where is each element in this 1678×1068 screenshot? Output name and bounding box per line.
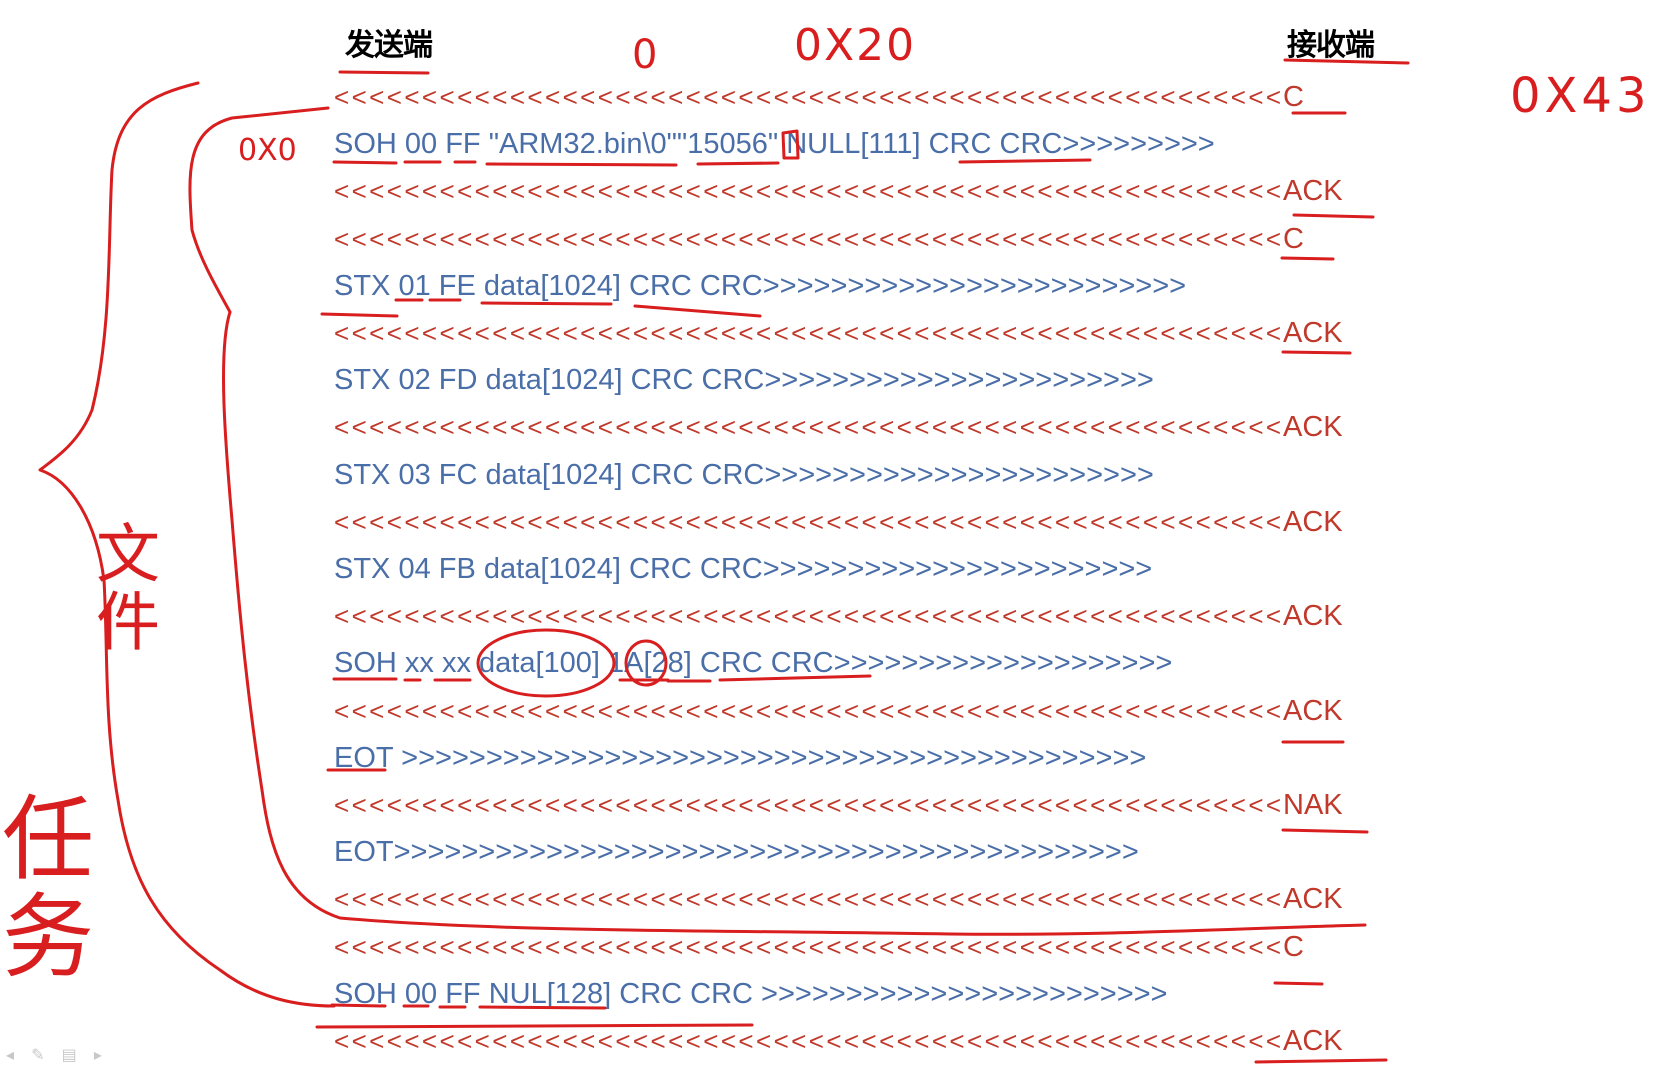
receiver-header-underline xyxy=(1283,58,1410,65)
left-hex-annotation: 0X0 xyxy=(238,133,297,168)
right-hex-annotation: 0X43 xyxy=(1510,68,1651,124)
top-zero-annotation: 0 xyxy=(632,32,657,78)
side-task-annotation: 任务 xyxy=(0,790,94,986)
ymodem-diagram: 发送端 接收端 <<<<<<<<<<<<<<<<<<<<<<<<<<<<<<<<… xyxy=(0,0,1678,1068)
side-file-annotation: 文件 xyxy=(85,520,159,656)
slide-nav-icons[interactable]: ◂ ✎ ▤ ▸ xyxy=(6,1045,108,1064)
handwritten-annotations: 0 0X20 0X43 0X0 文件 任务 xyxy=(0,20,1651,1064)
top-hex-annotation: 0X20 xyxy=(794,20,916,71)
sender-header-underline xyxy=(338,70,430,75)
